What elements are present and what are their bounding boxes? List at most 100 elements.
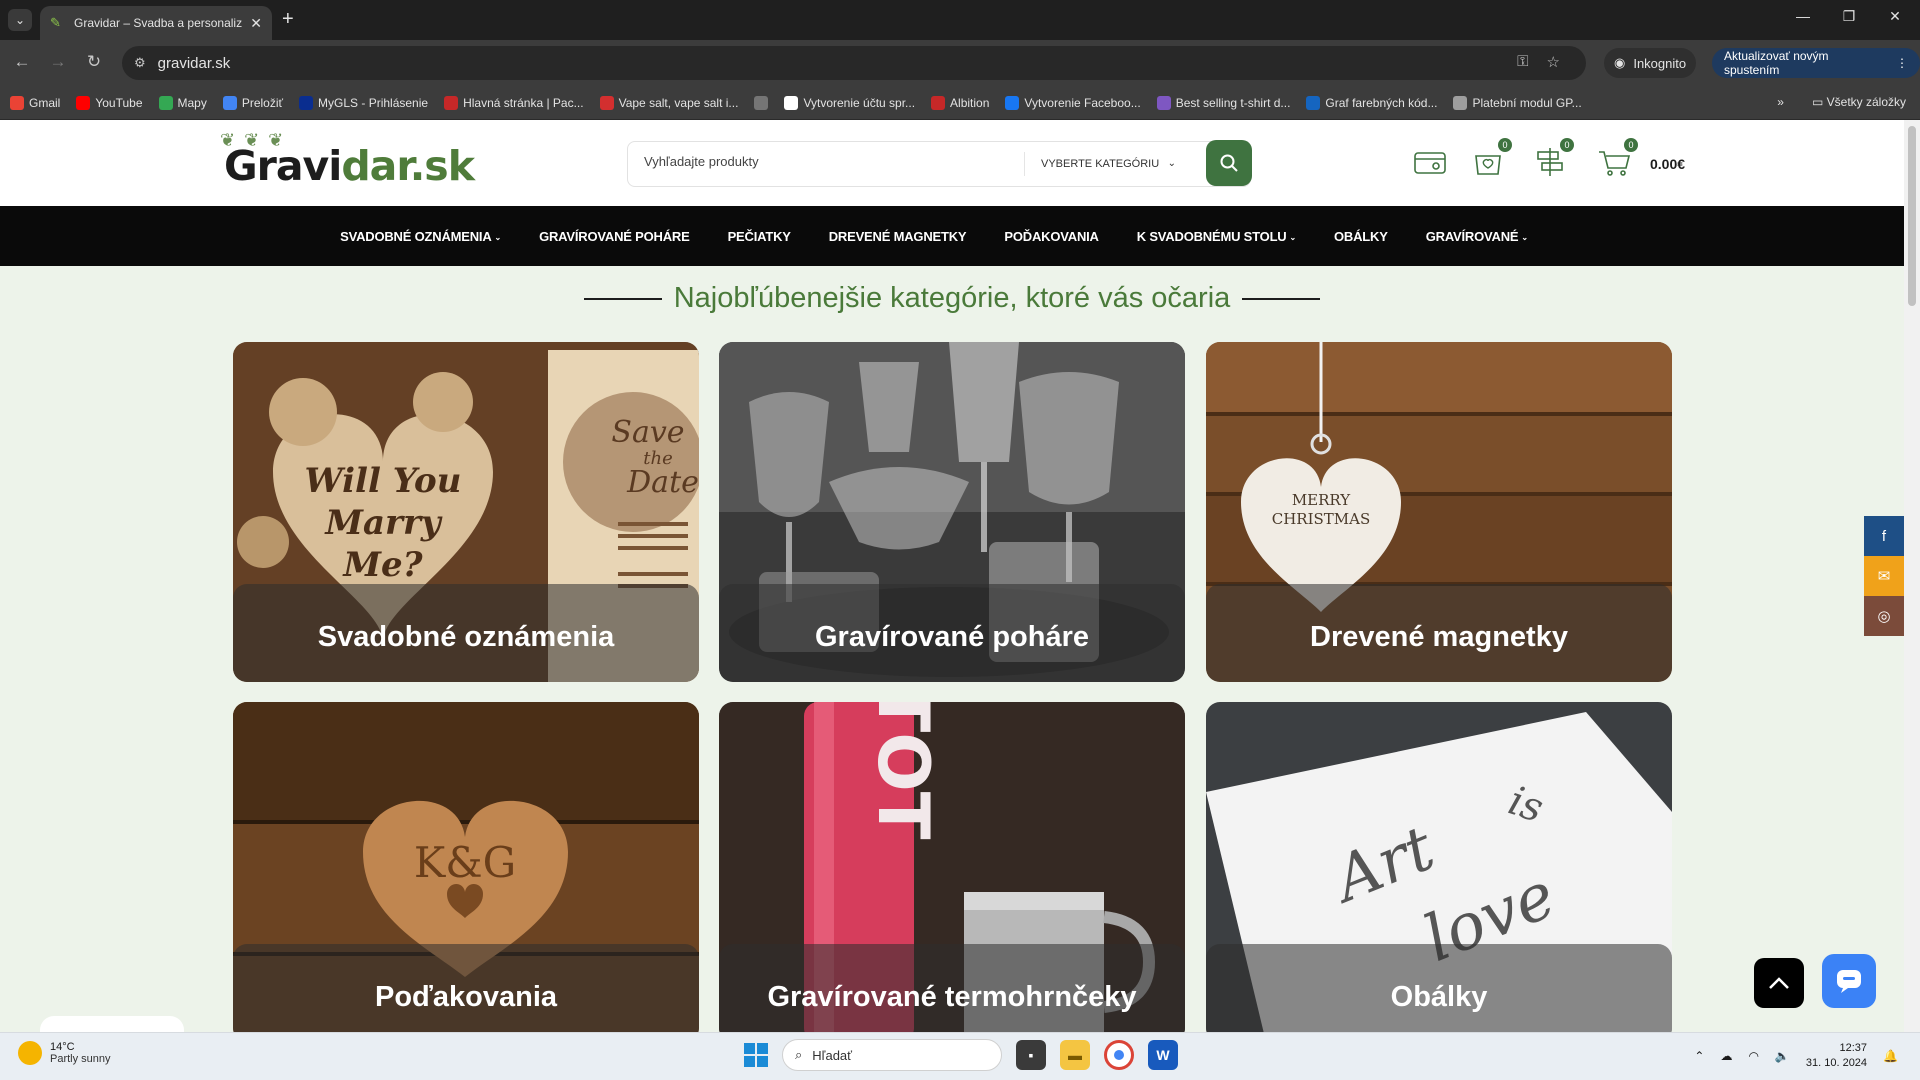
chevron-down-icon: ⌄	[1521, 232, 1528, 242]
task-view-icon[interactable]: ▪	[1016, 1040, 1046, 1070]
password-key-icon[interactable]: ⚿	[1517, 53, 1528, 71]
back-icon[interactable]: ←	[10, 52, 34, 72]
category-card-termohrncekyy[interactable]: TOT Gravírované termohrnčeky	[719, 702, 1185, 1032]
reload-icon[interactable]: ↻	[82, 52, 106, 72]
file-explorer-icon[interactable]: ▬	[1060, 1040, 1090, 1070]
nav-item[interactable]: K SVADOBNÉMU STOLU ⌄	[1137, 229, 1296, 244]
new-tab-button[interactable]: +	[282, 8, 294, 31]
weather-widget[interactable]: 14°C Partly sunny	[18, 1041, 111, 1065]
bookmark-label: Vytvorenie účtu spr...	[803, 95, 916, 110]
nav-item-label: POĎAKOVANIA	[1004, 228, 1099, 244]
update-button[interactable]: Aktualizovať novým spustením ⋮	[1712, 48, 1920, 78]
bookmark-item[interactable]: Albition	[931, 95, 990, 110]
bookmark-item[interactable]: Preložiť	[222, 95, 284, 110]
bookmark-label: Mapy	[177, 95, 207, 110]
category-label: Obálky	[1390, 981, 1488, 1013]
site-header: ❦ ❦ ❦ Gravidar.sk VYBERTE KATEGÓRIU ⌄ 0	[0, 120, 1904, 206]
compare-icon[interactable]: 0	[1532, 138, 1574, 180]
wifi-icon[interactable]: ◠	[1748, 1049, 1758, 1063]
active-tab[interactable]: ✎ Gravidar – Svadba a personalizované ✕	[40, 6, 272, 40]
bookmark-item[interactable]: YouTube	[76, 95, 143, 110]
bookmark-label: Preložiť	[241, 95, 284, 110]
bookmark-item[interactable]: Graf farebných kód...	[1306, 95, 1437, 110]
incognito-indicator[interactable]: ◉ Inkognito	[1604, 48, 1697, 78]
bookmark-item[interactable]: Mapy	[158, 95, 207, 110]
site-info-icon[interactable]: ⚙	[134, 55, 146, 71]
chevron-up-icon[interactable]: ⌃	[1694, 1049, 1704, 1063]
nav-item[interactable]: OBÁLKY	[1334, 229, 1388, 244]
nav-item[interactable]: GRAVÍROVANÉ ⌄	[1426, 229, 1528, 244]
nav-item[interactable]: SVADOBNÉ OZNÁMENIA ⌄	[340, 229, 501, 244]
bookmark-item[interactable]: Best selling t-shirt d...	[1156, 95, 1290, 110]
bookmark-item[interactable]: Vytvorenie Faceboo...	[1005, 95, 1141, 110]
volume-icon[interactable]: 🔈	[1775, 1049, 1790, 1063]
email-share-button[interactable]: ✉	[1864, 556, 1904, 596]
scrollbar-thumb[interactable]	[1908, 126, 1916, 306]
category-card-gravirovane-pohare[interactable]: Gravírované poháre	[719, 342, 1185, 682]
menu-kebab-icon[interactable]: ⋮	[1896, 56, 1908, 70]
heading-divider-left	[583, 298, 662, 301]
bookmark-item[interactable]: Platební modul GP...	[1453, 95, 1582, 110]
gift-card-icon[interactable]	[1412, 144, 1448, 180]
taskbar-search[interactable]: ⌕ Hľadať	[782, 1039, 1002, 1071]
chat-button[interactable]	[1822, 954, 1876, 1008]
minimize-icon[interactable]: —	[1780, 8, 1826, 24]
cart-total[interactable]: 0.00€	[1650, 156, 1685, 172]
bookmark-item[interactable]	[754, 95, 769, 110]
clock[interactable]: 12:37 31. 10. 2024	[1806, 1041, 1867, 1071]
bookmark-item[interactable]: Gmail	[10, 95, 60, 110]
search-icon	[1220, 154, 1238, 172]
page-scrollbar[interactable]	[1904, 120, 1920, 1032]
nav-item[interactable]: DREVENÉ MAGNETKY	[829, 229, 967, 244]
restore-icon[interactable]: ❐	[1826, 8, 1872, 25]
bookmark-favicon-icon	[784, 95, 799, 110]
more-bookmarks-icon[interactable]: »	[1777, 95, 1784, 109]
site-logo[interactable]: Gravidar.sk	[224, 142, 475, 190]
nav-item[interactable]: GRAVÍROVANÉ POHÁRE	[539, 229, 690, 244]
all-bookmarks-folder[interactable]: ▭ Všetky záložky	[1812, 95, 1906, 109]
notification-bell-icon[interactable]: 🔔	[1883, 1049, 1898, 1063]
bookmark-label: MyGLS - Prihlásenie	[318, 95, 429, 110]
browser-tabstrip: ⌄ ✎ Gravidar – Svadba a personalizované …	[0, 0, 1920, 40]
svg-text:K&G: K&G	[414, 838, 516, 887]
bookmark-item[interactable]: Hlavná stránka | Pac...	[444, 95, 584, 110]
search-input[interactable]	[644, 154, 1004, 169]
windows-start-icon[interactable]	[744, 1043, 768, 1067]
cart-icon[interactable]: 0	[1596, 138, 1638, 180]
chevron-down-icon: ⌄	[1167, 158, 1176, 169]
tab-search-button[interactable]: ⌄	[8, 9, 32, 31]
bookmark-item[interactable]: MyGLS - Prihlásenie	[299, 95, 429, 110]
category-card-svadobne-oznamenia[interactable]: Will You Marry Me? Save the Date Svadobn…	[233, 342, 699, 682]
category-card-podakovania[interactable]: K&G Poďakovania	[233, 702, 699, 1032]
chevron-down-icon: ⌄	[1289, 232, 1297, 242]
category-card-drevene-magnetky[interactable]: MERRY CHRISTMAS Drevené magnetky	[1206, 342, 1672, 682]
chrome-icon[interactable]	[1104, 1040, 1134, 1070]
nav-item[interactable]: POĎAKOVANIA	[1004, 228, 1099, 244]
logo-text-dark: Gravi	[224, 142, 342, 190]
cookie-banner-tab[interactable]	[40, 1016, 184, 1032]
scroll-to-top-button[interactable]	[1754, 958, 1804, 1008]
bookmark-label: Albition	[950, 95, 990, 110]
instagram-icon: ◎	[1877, 608, 1891, 625]
search-button[interactable]	[1206, 140, 1252, 186]
bookmark-star-icon[interactable]: ☆	[1547, 53, 1560, 71]
chevron-down-icon: ⌄	[494, 232, 502, 242]
svg-text:Date: Date	[626, 465, 699, 500]
forward-icon[interactable]: →	[46, 52, 70, 72]
nav-item[interactable]: PEČIATKY	[728, 229, 791, 244]
instagram-share-button[interactable]: ◎	[1864, 596, 1904, 636]
wishlist-icon[interactable]: 0	[1470, 138, 1512, 180]
bookmark-item[interactable]: Vape salt, vape salt i...	[599, 95, 738, 110]
close-window-icon[interactable]: ✕	[1872, 8, 1918, 25]
word-icon[interactable]: W	[1148, 1040, 1178, 1070]
close-tab-icon[interactable]: ✕	[250, 15, 262, 32]
svg-text:Will You: Will You	[305, 461, 462, 501]
category-card-obalky[interactable]: Art is love Obálky	[1206, 702, 1672, 1032]
svg-text:TOT: TOT	[862, 702, 944, 840]
bookmark-item[interactable]: Vytvorenie účtu spr...	[784, 95, 916, 110]
category-select[interactable]: VYBERTE KATEGÓRIU ⌄	[1024, 152, 1184, 176]
facebook-share-button[interactable]: f	[1864, 516, 1904, 556]
onedrive-icon[interactable]: ☁	[1720, 1049, 1732, 1063]
address-bar[interactable]: ⚙ gravidar.sk ⚿ ☆	[122, 46, 1586, 80]
bookmark-favicon-icon	[299, 95, 314, 110]
